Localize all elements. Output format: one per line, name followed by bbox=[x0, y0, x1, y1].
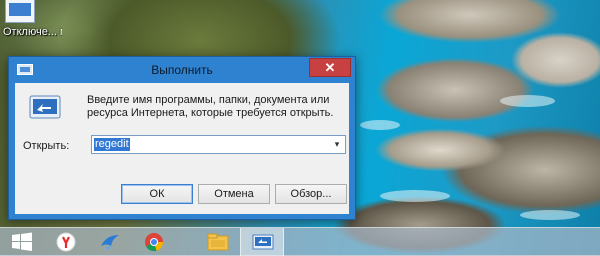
open-command-combobox[interactable]: regedit ▾ bbox=[91, 135, 346, 154]
wallpaper-foam bbox=[380, 190, 450, 202]
open-field-label: Открыть: bbox=[23, 140, 70, 152]
desktop-shortcut[interactable]: Отключе... местопол... bbox=[0, 0, 62, 52]
wallpaper-foam bbox=[360, 120, 400, 130]
run-app-icon bbox=[252, 234, 274, 250]
file-explorer-icon bbox=[207, 233, 229, 251]
dialog-instructions: Введите имя программы, папки, документа … bbox=[87, 94, 334, 119]
wallpaper-foam bbox=[520, 210, 580, 220]
run-program-icon bbox=[29, 95, 61, 119]
open-command-value[interactable]: regedit bbox=[94, 138, 130, 151]
taskbar-file-explorer[interactable] bbox=[196, 228, 240, 256]
taskbar-chrome[interactable] bbox=[132, 228, 176, 256]
taskbar-yandex-browser[interactable] bbox=[44, 228, 88, 256]
taskbar-run-app[interactable] bbox=[240, 228, 284, 256]
taskbar bbox=[0, 227, 600, 256]
monitor-shortcut-icon bbox=[5, 0, 35, 23]
start-button[interactable] bbox=[0, 228, 44, 256]
blue-bird-icon bbox=[101, 235, 119, 250]
close-button[interactable]: ✕ bbox=[309, 58, 351, 77]
run-dialog: Выполнить ✕ Введите имя программы, папки… bbox=[8, 56, 356, 220]
dialog-body: Введите имя программы, папки, документа … bbox=[15, 83, 349, 214]
chrome-icon bbox=[145, 233, 164, 252]
dialog-titlebar[interactable]: Выполнить ✕ bbox=[9, 57, 355, 83]
dialog-title: Выполнить bbox=[151, 63, 213, 77]
chevron-down-icon[interactable]: ▾ bbox=[331, 138, 343, 151]
cancel-button[interactable]: Отмена bbox=[198, 184, 270, 204]
wallpaper-foam bbox=[500, 95, 555, 107]
taskbar-bird-app[interactable] bbox=[88, 228, 132, 256]
ok-button[interactable]: ОК bbox=[121, 184, 193, 204]
windows-start-icon bbox=[12, 232, 32, 251]
yandex-browser-icon bbox=[56, 232, 76, 252]
browse-button[interactable]: Обзор... bbox=[275, 184, 347, 204]
desktop-shortcut-label: Отключе... местопол... bbox=[3, 26, 62, 38]
